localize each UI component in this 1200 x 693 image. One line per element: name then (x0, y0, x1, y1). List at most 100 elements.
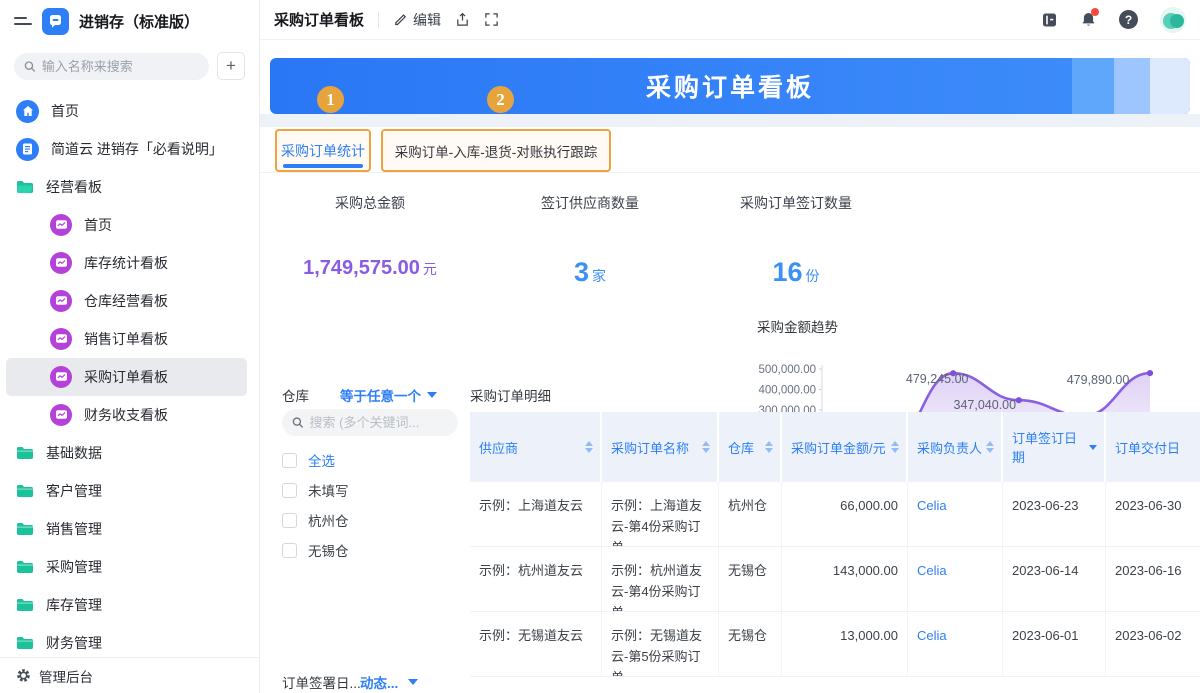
dashboard-icon (50, 214, 72, 236)
column-header-6[interactable]: 订单交付日 (1106, 412, 1200, 482)
edit-button[interactable]: 编辑 (393, 10, 441, 30)
cell-owner[interactable]: Celia (908, 547, 1003, 611)
cell-amount: 13,000.00 (782, 612, 908, 676)
sidebar-folder-3[interactable]: 采购管理 (0, 548, 259, 586)
help-button[interactable]: ? (1119, 10, 1138, 29)
column-header-1[interactable]: 采购订单名称 (602, 412, 719, 482)
sidebar-header: 进销存（标准版） (0, 0, 259, 42)
sidebar-board-item-1[interactable]: 库存统计看板 (6, 244, 247, 282)
tab-purchase-tracking[interactable]: 采购订单-入库-退货-对账执行跟踪 (381, 129, 611, 172)
notifications-button[interactable] (1080, 11, 1097, 28)
menu-icon[interactable] (14, 17, 32, 25)
annotation-badge-1: 1 (317, 86, 344, 113)
user-avatar[interactable] (1160, 7, 1186, 33)
workbench-button[interactable] (1041, 12, 1058, 28)
checkbox[interactable] (282, 513, 297, 528)
filter-search-input[interactable] (310, 415, 448, 430)
sidebar-folder-4[interactable]: 库存管理 (0, 586, 259, 624)
column-header-2[interactable]: 仓库 (719, 412, 782, 482)
lower-section: 仓库 等于任意一个 全选未填写杭州仓无锡仓 订单签署日... 动态... 采购订… (260, 373, 1200, 693)
question-icon: ? (1119, 10, 1138, 29)
tab-purchase-order-stats[interactable]: 采购订单统计 (275, 129, 371, 172)
date-filter-dropdown[interactable]: 动态... (360, 672, 418, 692)
table-row-1[interactable]: 示例：杭州道友云示例：杭州道友云-第4份采购订单无锡仓143,000.00Cel… (470, 547, 1200, 612)
app-logo-icon[interactable] (42, 8, 69, 35)
stats-section: 采购总金额 1,749,575.00元 签订供应商数量 3家 采购订单签订数量 … (260, 173, 1200, 373)
warehouse-option-0[interactable]: 全选 (282, 445, 349, 475)
cell-warehouse: 杭州仓 (719, 482, 782, 546)
sort-icon[interactable] (585, 441, 593, 453)
sidebar-board-item-4[interactable]: 采购订单看板 (6, 358, 247, 396)
sidebar-folder-0[interactable]: 基础数据 (0, 434, 259, 472)
checkbox[interactable] (282, 483, 297, 498)
cell-warehouse: 无锡仓 (719, 612, 782, 676)
filter-search[interactable] (282, 409, 458, 436)
dashboard-banner: 采购订单看板 (270, 58, 1190, 114)
sidebar-board-item-0[interactable]: 首页 (6, 206, 247, 244)
sidebar-item-home[interactable]: 首页 (0, 92, 259, 130)
sidebar-item-guide[interactable]: 简道云 进销存「必看说明」 (0, 130, 259, 168)
dashboard-icon (50, 366, 72, 388)
table-row-0[interactable]: 示例：上海道友云示例：上海道友云-第4份采购订单杭州仓66,000.00Celi… (470, 482, 1200, 547)
filter-operator-dropdown[interactable]: 等于任意一个 (340, 385, 437, 405)
sort-icon[interactable] (986, 441, 994, 453)
folder-icon (16, 446, 34, 460)
sidebar-board-item-5[interactable]: 财务收支看板 (6, 396, 247, 434)
sidebar: 进销存（标准版） + 首页 简道云 进销存「必看说明」 经营看板 首页库存统计 (0, 0, 260, 693)
dashboard-content: 采购订单看板 1 2 采购订单统计 采购订单-入库-退货-对账执行跟踪 采购总金… (260, 40, 1200, 693)
cell-order_name: 示例：上海道友云-第4份采购订单 (602, 482, 719, 546)
cell-sign_date: 2023-06-23 (1003, 482, 1106, 546)
add-button[interactable]: + (217, 52, 245, 80)
sidebar-search[interactable] (14, 53, 209, 80)
banner-title: 采购订单看板 (646, 68, 814, 104)
table-row-2[interactable]: 示例：无锡道友云示例：无锡道友云-第5份采购订单无锡仓13,000.00Celi… (470, 612, 1200, 677)
sidebar-board-item-2[interactable]: 仓库经营看板 (6, 282, 247, 320)
notebook-icon (1041, 12, 1058, 28)
sort-icon[interactable] (765, 441, 773, 453)
sidebar-folder-1[interactable]: 客户管理 (0, 472, 259, 510)
share-button[interactable] (455, 12, 470, 27)
column-header-3[interactable]: 采购订单金额/元 (782, 412, 908, 482)
fullscreen-button[interactable] (484, 12, 499, 27)
avatar (1160, 7, 1186, 33)
gear-icon (16, 668, 31, 683)
tab-bar: 采购订单统计 采购订单-入库-退货-对账执行跟踪 (260, 127, 1200, 173)
export-icon (455, 12, 470, 27)
stat-value: 3 (574, 257, 589, 287)
checkbox[interactable] (282, 453, 297, 468)
dashboard-icon (50, 290, 72, 312)
folder-icon (16, 598, 34, 612)
column-header-5[interactable]: 订单签订日期 (1003, 412, 1106, 482)
sidebar-search-input[interactable] (42, 59, 199, 74)
dashboard-icon (50, 252, 72, 274)
sort-icon[interactable] (702, 441, 710, 453)
sidebar-folder-2[interactable]: 销售管理 (0, 510, 259, 548)
sidebar-board-item-3[interactable]: 销售订单看板 (6, 320, 247, 358)
dashboard-icon (50, 404, 72, 426)
column-header-0[interactable]: 供应商 (470, 412, 602, 482)
warehouse-option-2[interactable]: 杭州仓 (282, 505, 349, 535)
cell-owner[interactable]: Celia (908, 612, 1003, 676)
open-folder-icon (16, 180, 34, 194)
sort-icon[interactable] (891, 441, 899, 453)
home-icon (16, 100, 39, 123)
date-filter-label: 订单签署日... (282, 672, 361, 692)
cell-sign_date: 2023-06-01 (1003, 612, 1106, 676)
sidebar-folder-boards[interactable]: 经营看板 (0, 168, 259, 206)
column-header-4[interactable]: 采购负责人 (908, 412, 1003, 482)
checkbox[interactable] (282, 543, 297, 558)
sort-desc-icon[interactable] (1089, 445, 1097, 450)
topbar: 采购订单看板 编辑 ? (260, 0, 1200, 40)
table-header: 供应商采购订单名称仓库采购订单金额/元采购负责人订单签订日期订单交付日 (470, 412, 1200, 482)
warehouse-option-3[interactable]: 无锡仓 (282, 535, 349, 565)
main-area: 采购订单看板 编辑 ? 采购订单看板 1 (260, 0, 1200, 693)
filter-field-label: 仓库 (282, 385, 309, 405)
cell-delivery_date: 2023-06-02 (1106, 612, 1200, 676)
table-title: 采购订单明细 (470, 385, 551, 405)
admin-backstage[interactable]: 管理后台 (0, 657, 259, 693)
cell-owner[interactable]: Celia (908, 482, 1003, 546)
cell-order_name: 示例：无锡道友云-第5份采购订单 (602, 612, 719, 676)
annotation-badge-2: 2 (487, 86, 514, 113)
sidebar-nav: 首页 简道云 进销存「必看说明」 经营看板 首页库存统计看板仓库经营看板销售订单… (0, 92, 259, 662)
warehouse-option-1[interactable]: 未填写 (282, 475, 349, 505)
